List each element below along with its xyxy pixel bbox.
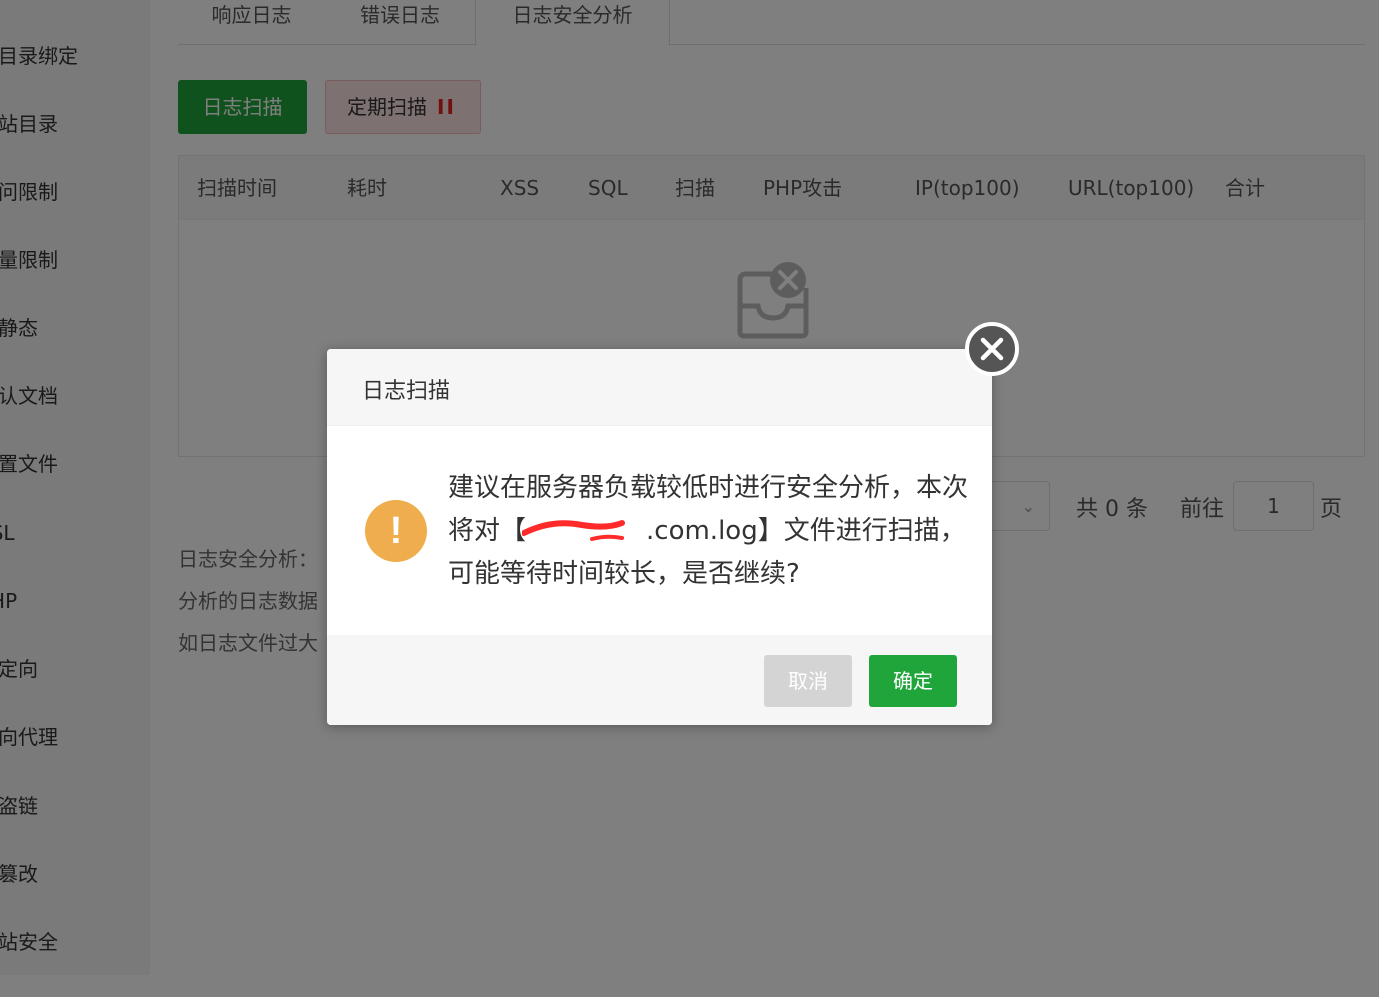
- close-icon[interactable]: [965, 322, 1019, 376]
- dialog-footer: 取消 确定: [327, 635, 992, 725]
- warning-icon: !: [365, 500, 427, 562]
- dialog-header: 日志扫描: [327, 349, 992, 426]
- close-x-glyph: [980, 337, 1004, 361]
- confirm-button[interactable]: 确定: [869, 655, 957, 707]
- redaction-mark: [522, 520, 625, 541]
- cancel-button[interactable]: 取消: [764, 655, 852, 707]
- log-scan-dialog: 日志扫描 ! 建议在服务器负载较低时进行安全分析，本次将对【 .com.log】文…: [327, 349, 992, 725]
- dialog-title: 日志扫描: [362, 379, 451, 404]
